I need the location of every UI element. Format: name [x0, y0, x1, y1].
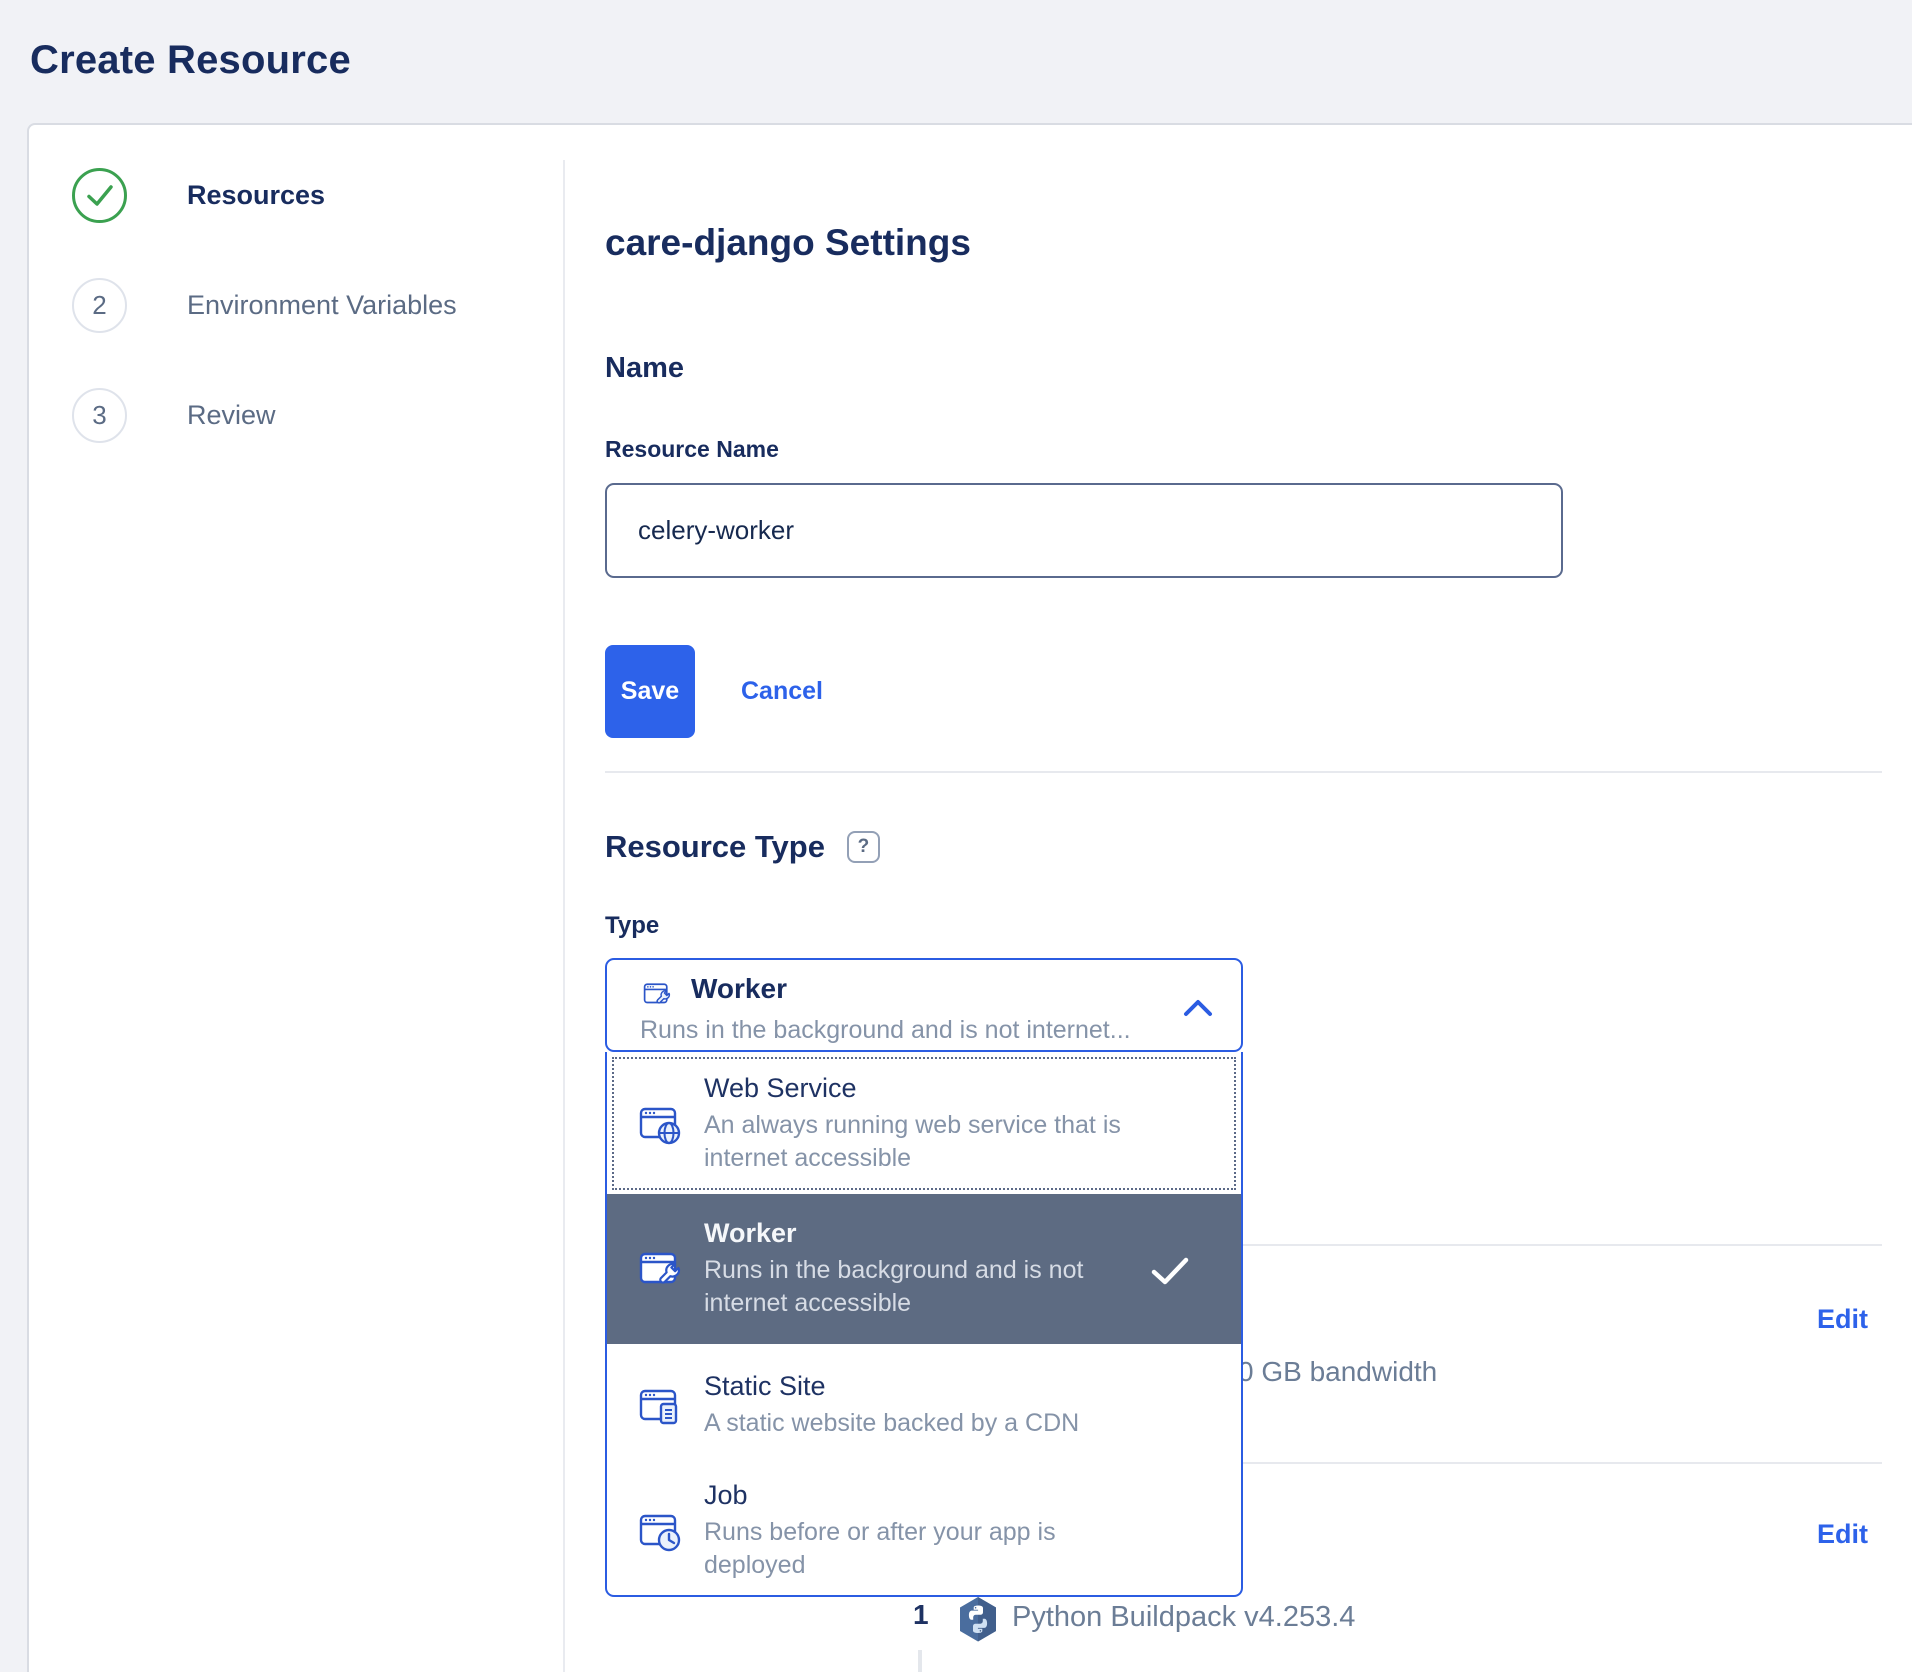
buildpack-label: Python Buildpack v4.253.4 [1012, 1601, 1355, 1634]
edit-link[interactable]: Edit [1817, 1304, 1868, 1335]
resource-type-select[interactable]: Worker Runs in the background and is not… [605, 958, 1243, 1052]
window-wrench-icon [642, 979, 672, 1009]
option-static-site[interactable]: Static Site A static website backed by a… [607, 1344, 1241, 1467]
option-description: Runs before or after your app is deploye… [704, 1516, 1144, 1582]
option-title: Job [704, 1480, 1144, 1511]
option-description: An always running web service that is in… [704, 1109, 1144, 1175]
python-logo-icon [958, 1595, 998, 1643]
selected-option-description: Runs in the background and is not intern… [640, 1016, 1200, 1045]
bandwidth-text: 0 GB bandwidth [1238, 1356, 1437, 1388]
window-globe-icon [638, 1101, 682, 1147]
option-worker-selected[interactable]: Worker Runs in the background and is not… [607, 1194, 1241, 1344]
option-title: Static Site [704, 1371, 1144, 1402]
option-title: Web Service [704, 1073, 1144, 1104]
timeline-connector [918, 1650, 922, 1672]
chevron-up-icon[interactable] [1183, 998, 1213, 1017]
option-job[interactable]: Job Runs before or after your app is dep… [607, 1467, 1241, 1595]
window-document-icon [638, 1383, 682, 1429]
edit-link[interactable]: Edit [1817, 1519, 1868, 1550]
selected-check-icon [1151, 1256, 1189, 1286]
option-description: Runs in the background and is not intern… [704, 1254, 1144, 1320]
option-description: A static website backed by a CDN [704, 1407, 1144, 1440]
buildpack-step-number: 1 [913, 1599, 929, 1631]
create-resource-screen: Create Resource Resources 2 Environment … [0, 0, 1912, 1672]
option-web-service[interactable]: Web Service An always running web servic… [612, 1057, 1236, 1190]
window-wrench-icon [638, 1246, 682, 1292]
resource-type-dropdown-menu: Web Service An always running web servic… [605, 1052, 1243, 1597]
window-clock-icon [638, 1508, 682, 1554]
option-title: Worker [704, 1218, 1144, 1249]
selected-option-title: Worker [691, 973, 787, 1005]
